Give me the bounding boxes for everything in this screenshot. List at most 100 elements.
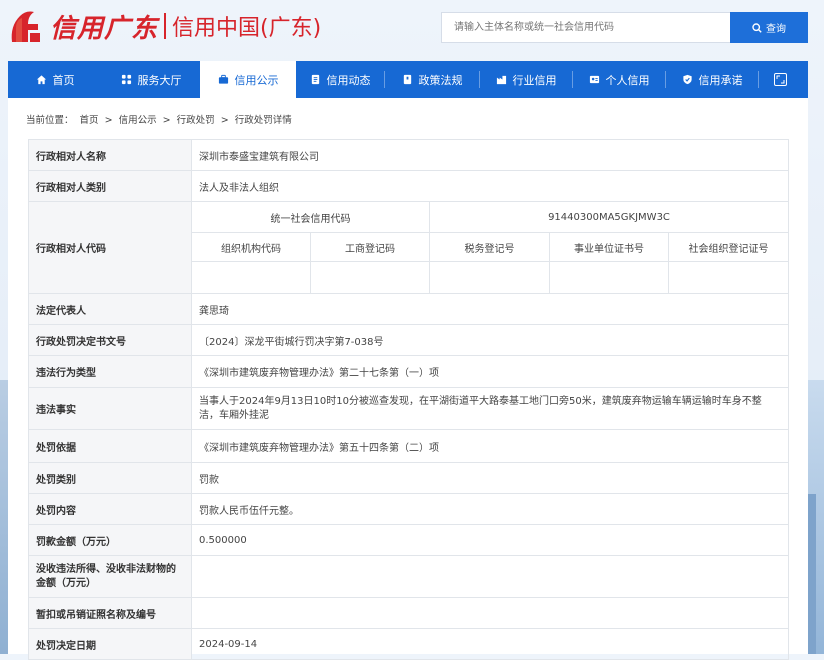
violation-type-label: 违法行为类型	[28, 355, 192, 388]
table-row: 违法事实 当事人于2024年9月13日10时10分被巡查发现，在平湖街道平大路泰…	[28, 387, 789, 430]
nav-item-label: 个人信用	[605, 73, 650, 87]
type-value: 法人及非法人组织	[191, 170, 789, 202]
nav-item-label: 信用动态	[326, 73, 371, 87]
amount-label: 罚款金额（万元）	[28, 524, 192, 556]
basis-value: 《深圳市建筑废弃物管理办法》第五十四条第（二）项	[191, 429, 789, 463]
social-org-reg-header: 社会组织登记证号	[668, 232, 789, 262]
industry-icon	[496, 75, 506, 85]
table-row: 违法行为类型 《深圳市建筑废弃物管理办法》第二十七条第（一）项	[28, 355, 789, 388]
confiscation-label: 没收违法所得、没收非法财物的金额（万元）	[28, 555, 192, 598]
briefcase-icon	[218, 74, 228, 84]
breadcrumb-separator: >	[104, 115, 113, 126]
basis-label: 处罚依据	[28, 429, 192, 463]
nav-item-personal-credit[interactable]: 个人信用	[573, 61, 665, 98]
search-icon	[752, 22, 762, 33]
nav-item-service-hall[interactable]: 服务大厅	[102, 61, 200, 98]
uscc-value: 91440300MA5GKJMW3C	[429, 201, 789, 233]
business-reg-header: 工商登记码	[310, 232, 430, 262]
main-nav: 首页 服务大厅 信用公示 信用动态 政策法规 行业信用 个人信用 信用承诺	[8, 61, 808, 98]
uscc-label: 统一社会信用代码	[191, 201, 430, 233]
table-row: 行政相对人代码 统一社会信用代码 91440300MA5GKJMW3C	[28, 201, 789, 294]
grid-icon	[121, 74, 131, 85]
document-icon	[311, 74, 319, 85]
breadcrumb-item-penalty[interactable]: 行政处罚	[177, 115, 215, 126]
date-value: 2024-09-14	[191, 628, 789, 660]
org-code-value	[191, 261, 311, 294]
tax-reg-header: 税务登记号	[429, 232, 550, 262]
facts-value: 当事人于2024年9月13日10时10分被巡查发现，在平湖街道平大路泰基工地门口…	[191, 387, 789, 430]
doc-no-value: 〔2024〕深龙平街城行罚决字第7-038号	[191, 324, 789, 356]
table-row: 法定代表人 龚思琦	[28, 293, 789, 325]
search-button[interactable]: 查询	[730, 12, 808, 43]
content-value: 罚款人民币伍仟元整。	[191, 493, 789, 525]
nav-item-policies[interactable]: 政策法规	[385, 61, 479, 98]
nav-item-label: 政策法规	[418, 73, 463, 87]
logo-divider	[164, 13, 167, 39]
confiscation-value	[191, 555, 789, 598]
legal-rep-value: 龚思琦	[191, 293, 789, 325]
doc-no-label: 行政处罚决定书文号	[28, 324, 192, 356]
category-value: 罚款	[191, 462, 789, 494]
search-button-label: 查询	[766, 24, 786, 35]
type-label: 行政相对人类别	[28, 170, 192, 202]
breadcrumb-item-home[interactable]: 首页	[80, 115, 99, 126]
fullscreen-icon	[774, 73, 787, 86]
table-row: 行政相对人名称 深圳市泰盛宝建筑有限公司	[28, 139, 789, 171]
code-label: 行政相对人代码	[28, 201, 192, 294]
category-label: 处罚类别	[28, 462, 192, 494]
content-label: 处罚内容	[28, 493, 192, 525]
name-value: 深圳市泰盛宝建筑有限公司	[191, 139, 789, 171]
search-bar: 查询	[441, 12, 808, 43]
nav-item-label: 服务大厅	[137, 73, 182, 87]
business-reg-value	[310, 261, 430, 294]
nav-item-label: 信用公示	[234, 73, 279, 87]
license-value	[191, 597, 789, 629]
nav-expand-button[interactable]	[759, 61, 802, 98]
main-content: 当前位置： 首页 > 信用公示 > 行政处罚 > 行政处罚详情 行政相对人名称 …	[8, 98, 808, 660]
table-row: 处罚依据 《深圳市建筑废弃物管理办法》第五十四条第（二）项	[28, 429, 789, 463]
site-title: 信用中国(广东)	[172, 16, 322, 41]
table-row: 暂扣或吊销证照名称及编号	[28, 597, 789, 629]
date-label: 处罚决定日期	[28, 628, 192, 660]
tax-reg-value	[429, 261, 550, 294]
logo-text: 信用广东	[50, 13, 159, 44]
shield-icon	[682, 74, 692, 85]
nav-item-label: 行业信用	[512, 73, 557, 87]
table-row: 行政相对人类别 法人及非法人组织	[28, 170, 789, 202]
table-row: 没收违法所得、没收非法财物的金额（万元）	[28, 555, 789, 598]
facts-label: 违法事实	[28, 387, 192, 430]
nav-item-credit-news[interactable]: 信用动态	[296, 61, 384, 98]
institution-cert-value	[549, 261, 669, 294]
nav-item-credit-publicity[interactable]: 信用公示	[200, 61, 296, 98]
site-header: 信用广东 信用中国(广东) 查询	[0, 0, 824, 58]
nav-item-home[interactable]: 首页	[8, 61, 102, 98]
search-input[interactable]	[442, 13, 730, 42]
home-icon	[36, 75, 46, 85]
amount-value: 0.500000	[191, 524, 789, 556]
name-label: 行政相对人名称	[28, 139, 192, 171]
violation-type-value: 《深圳市建筑废弃物管理办法》第二十七条第（一）项	[191, 355, 789, 388]
social-org-reg-value	[668, 261, 789, 294]
license-label: 暂扣或吊销证照名称及编号	[28, 597, 192, 629]
breadcrumb-separator: >	[162, 115, 171, 126]
table-row: 处罚决定日期 2024-09-14	[28, 628, 789, 660]
nav-item-industry-credit[interactable]: 行业信用	[480, 61, 572, 98]
nav-item-label: 首页	[52, 73, 75, 87]
logo-emblem-icon	[8, 6, 44, 46]
legal-rep-label: 法定代表人	[28, 293, 192, 325]
nav-item-label: 信用承诺	[698, 73, 743, 87]
book-icon	[403, 74, 411, 85]
site-logo[interactable]: 信用广东 信用中国(广东)	[8, 6, 321, 46]
table-row: 行政处罚决定书文号 〔2024〕深龙平街城行罚决字第7-038号	[28, 324, 789, 356]
breadcrumb-item-publicity[interactable]: 信用公示	[119, 115, 157, 126]
table-row: 处罚内容 罚款人民币伍仟元整。	[28, 493, 789, 525]
table-row: 罚款金额（万元） 0.500000	[28, 524, 789, 556]
breadcrumb-item-current: 行政处罚详情	[234, 115, 292, 126]
penalty-detail-table: 行政相对人名称 深圳市泰盛宝建筑有限公司 行政相对人类别 法人及非法人组织 行政…	[28, 139, 789, 660]
breadcrumb: 当前位置： 首页 > 信用公示 > 行政处罚 > 行政处罚详情	[26, 112, 295, 126]
nav-item-credit-commitment[interactable]: 信用承诺	[666, 61, 758, 98]
table-row: 处罚类别 罚款	[28, 462, 789, 494]
institution-cert-header: 事业单位证书号	[549, 232, 669, 262]
breadcrumb-prefix: 当前位置：	[26, 115, 74, 126]
org-code-header: 组织机构代码	[191, 232, 311, 262]
